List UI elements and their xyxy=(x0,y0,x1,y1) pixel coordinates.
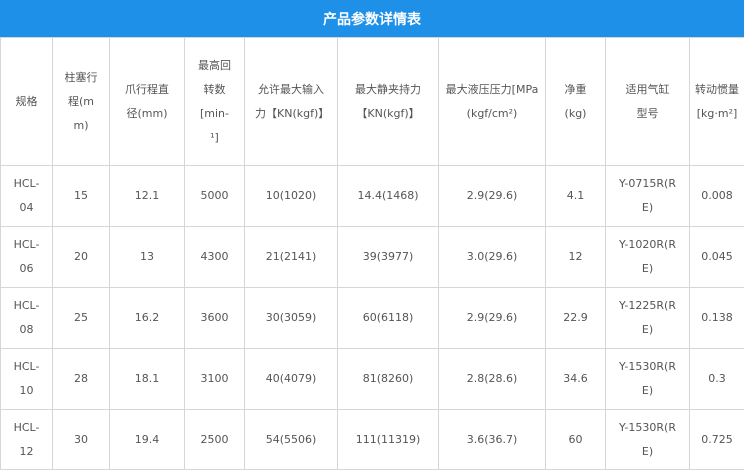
table-row: HCL-08 25 16.2 3600 30(3059) 60(6118) 2.… xyxy=(0,287,744,349)
table-row: HCL-06 20 13 4300 21(2141) 39(3977) 3.0(… xyxy=(0,226,744,288)
cell-max-input-force: 54(5506) xyxy=(244,409,338,470)
cell-jaw-stroke-diameter: 13 xyxy=(109,226,185,288)
cell-max-speed: 3600 xyxy=(184,287,245,349)
cell-max-input-force: 21(2141) xyxy=(244,226,338,288)
header-jaw-stroke-diameter: 爪行程直径(mm) xyxy=(109,37,185,166)
cell-plunger-stroke: 20 xyxy=(52,226,110,288)
cell-plunger-stroke: 25 xyxy=(52,287,110,349)
cell-moment-of-inertia: 0.008 xyxy=(689,165,744,227)
header-applicable-cylinder-model: 适用气缸型号 xyxy=(605,37,690,166)
header-max-speed: 最高回转数[min-¹] xyxy=(184,37,245,166)
cell-net-weight: 12 xyxy=(545,226,606,288)
cell-moment-of-inertia: 0.138 xyxy=(689,287,744,349)
cell-applicable-cylinder-model: Y-1225R(RE) xyxy=(605,287,690,349)
header-moment-of-inertia: 转动惯量[kg·m²] xyxy=(689,37,744,166)
cell-max-hydraulic-pressure: 3.0(29.6) xyxy=(438,226,546,288)
cell-moment-of-inertia: 0.045 xyxy=(689,226,744,288)
cell-max-hydraulic-pressure: 3.6(36.7) xyxy=(438,409,546,470)
cell-spec: HCL-08 xyxy=(0,287,53,349)
cell-jaw-stroke-diameter: 12.1 xyxy=(109,165,185,227)
cell-max-hydraulic-pressure: 2.9(29.6) xyxy=(438,287,546,349)
cell-applicable-cylinder-model: Y-1530R(RE) xyxy=(605,348,690,410)
cell-max-speed: 4300 xyxy=(184,226,245,288)
cell-moment-of-inertia: 0.3 xyxy=(689,348,744,410)
cell-spec: HCL-06 xyxy=(0,226,53,288)
header-max-static-clamping-force: 最大静夹持力【KN(kgf)】 xyxy=(337,37,439,166)
header-spec: 规格 xyxy=(0,37,53,166)
cell-max-static-clamping-force: 39(3977) xyxy=(337,226,439,288)
cell-max-hydraulic-pressure: 2.8(28.6) xyxy=(438,348,546,410)
cell-spec: HCL-10 xyxy=(0,348,53,410)
cell-max-static-clamping-force: 14.4(1468) xyxy=(337,165,439,227)
cell-applicable-cylinder-model: Y-1530R(RE) xyxy=(605,409,690,470)
cell-spec: HCL-04 xyxy=(0,165,53,227)
cell-plunger-stroke: 28 xyxy=(52,348,110,410)
table-row: HCL-10 28 18.1 3100 40(4079) 81(8260) 2.… xyxy=(0,348,744,410)
cell-max-hydraulic-pressure: 2.9(29.6) xyxy=(438,165,546,227)
header-max-hydraulic-pressure: 最大液压压力[MPa(kgf/cm²) xyxy=(438,37,546,166)
cell-jaw-stroke-diameter: 19.4 xyxy=(109,409,185,470)
header-max-input-force: 允许最大输入力【KN(kgf)】 xyxy=(244,37,338,166)
spec-table-page: 产品参数详情表 规格 柱塞行程(mm) 爪行程直径(mm) 最高回转数[min-… xyxy=(0,0,744,476)
cell-max-speed: 2500 xyxy=(184,409,245,470)
cell-applicable-cylinder-model: Y-1020R(RE) xyxy=(605,226,690,288)
cell-plunger-stroke: 30 xyxy=(52,409,110,470)
cell-max-static-clamping-force: 111(11319) xyxy=(337,409,439,470)
cell-net-weight: 22.9 xyxy=(545,287,606,349)
cell-net-weight: 4.1 xyxy=(545,165,606,227)
cell-net-weight: 60 xyxy=(545,409,606,470)
cell-max-static-clamping-force: 60(6118) xyxy=(337,287,439,349)
table-row: HCL-12 30 19.4 2500 54(5506) 111(11319) … xyxy=(0,409,744,470)
cell-max-static-clamping-force: 81(8260) xyxy=(337,348,439,410)
table-header-row: 规格 柱塞行程(mm) 爪行程直径(mm) 最高回转数[min-¹] 允许最大输… xyxy=(0,37,744,166)
cell-moment-of-inertia: 0.725 xyxy=(689,409,744,470)
cell-plunger-stroke: 15 xyxy=(52,165,110,227)
cell-max-input-force: 40(4079) xyxy=(244,348,338,410)
cell-jaw-stroke-diameter: 16.2 xyxy=(109,287,185,349)
product-parameter-table: 规格 柱塞行程(mm) 爪行程直径(mm) 最高回转数[min-¹] 允许最大输… xyxy=(0,37,744,470)
cell-net-weight: 34.6 xyxy=(545,348,606,410)
table-title: 产品参数详情表 xyxy=(0,0,744,37)
cell-max-input-force: 10(1020) xyxy=(244,165,338,227)
table-row: HCL-04 15 12.1 5000 10(1020) 14.4(1468) … xyxy=(0,165,744,227)
cell-max-speed: 5000 xyxy=(184,165,245,227)
cell-spec: HCL-12 xyxy=(0,409,53,470)
header-net-weight: 净重(kg) xyxy=(545,37,606,166)
cell-jaw-stroke-diameter: 18.1 xyxy=(109,348,185,410)
cell-max-input-force: 30(3059) xyxy=(244,287,338,349)
cell-max-speed: 3100 xyxy=(184,348,245,410)
header-plunger-stroke: 柱塞行程(mm) xyxy=(52,37,110,166)
cell-applicable-cylinder-model: Y-0715R(RE) xyxy=(605,165,690,227)
